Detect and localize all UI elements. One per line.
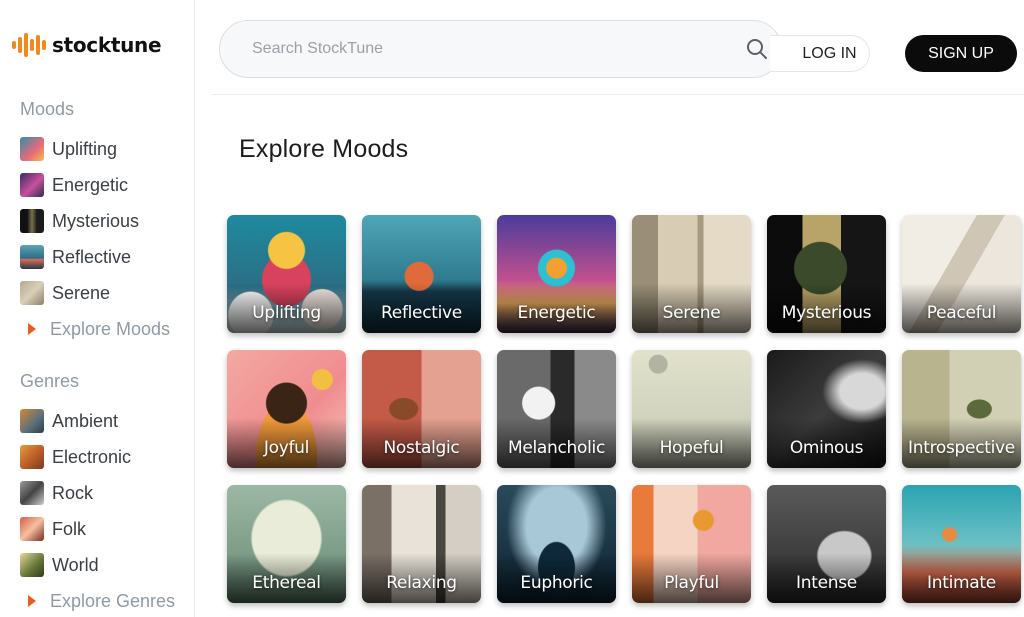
- sidebar-mood-item-label: Serene: [52, 282, 111, 303]
- mood-card-label: Serene: [662, 303, 721, 323]
- mood-card-energetic[interactable]: Energetic: [497, 215, 616, 333]
- explore-genres-label: Explore Genres: [50, 590, 176, 611]
- sidebar-mood-item-label: Reflective: [52, 246, 132, 267]
- sidebar-genre-item-world[interactable]: World: [20, 547, 175, 583]
- sidebar-genre-item-rock[interactable]: Rock: [20, 475, 175, 511]
- mood-card-introspective[interactable]: Introspective: [902, 350, 1021, 468]
- mood-card-label: Melancholic: [507, 438, 606, 458]
- explore-genres-link[interactable]: Explore Genres: [20, 583, 175, 617]
- sidebar-genre-thumbnail: [20, 517, 44, 541]
- sidebar-mood-thumbnail: [20, 209, 44, 233]
- mood-card-serene[interactable]: Serene: [632, 215, 751, 333]
- sidebar-genre-thumbnail: [20, 481, 44, 505]
- sidebar-mood-item-label: Uplifting: [52, 138, 118, 159]
- mood-card-label: Joyful: [263, 438, 310, 458]
- mood-card-melancholic[interactable]: Melancholic: [497, 350, 616, 468]
- header-divider: [212, 94, 1024, 95]
- mood-card-label: Ethereal: [252, 573, 321, 593]
- mood-card-label: Ominous: [789, 438, 864, 458]
- mood-card-label: Nostalgic: [383, 438, 460, 458]
- sidebar-mood-thumbnail: [20, 173, 44, 197]
- sidebar-genre-item-label: Rock: [52, 482, 94, 503]
- moods-section-title: Moods: [20, 99, 75, 119]
- sidebar-mood-item-label: Mysterious: [52, 210, 140, 231]
- sidebar-genre-item-label: Folk: [52, 518, 87, 539]
- sidebar-mood-item-uplifting[interactable]: Uplifting: [20, 131, 170, 167]
- sidebar-mood-thumbnail: [20, 281, 44, 305]
- sidebar-genre-item-electronic[interactable]: Electronic: [20, 439, 175, 475]
- mood-card-reflective[interactable]: Reflective: [362, 215, 481, 333]
- explore-moods-label: Explore Moods: [50, 318, 171, 339]
- explore-moods-link[interactable]: Explore Moods: [20, 311, 170, 347]
- mood-grid: Uplifting Reflective Energetic Serene Myster…: [227, 215, 1021, 603]
- brand-logo[interactable]: stocktune: [12, 32, 162, 58]
- sidebar-genre-thumbnail: [20, 409, 44, 433]
- mood-card-label: Energetic: [517, 303, 596, 323]
- sidebar-mood-thumbnail: [20, 137, 44, 161]
- login-button[interactable]: LOG IN: [770, 35, 870, 72]
- mood-card-nostalgic[interactable]: Nostalgic: [362, 350, 481, 468]
- mood-card-label: Reflective: [381, 303, 462, 323]
- sidebar-mood-item-label: Energetic: [52, 174, 129, 195]
- caret-right-icon: [28, 323, 36, 335]
- logo-waveform-icon: [12, 32, 46, 58]
- mood-card-hopeful[interactable]: Hopeful: [632, 350, 751, 468]
- mood-card-label: Peaceful: [926, 303, 997, 323]
- mood-card-uplifting[interactable]: Uplifting: [227, 215, 346, 333]
- mood-card-label: Playful: [664, 573, 719, 593]
- sidebar-mood-item-mysterious[interactable]: Mysterious: [20, 203, 170, 239]
- sidebar-genre-item-label: World: [52, 554, 99, 575]
- sidebar-genre-item-ambient[interactable]: Ambient: [20, 403, 175, 439]
- sidebar-genre-item-label: Ambient: [52, 410, 119, 431]
- sidebar-mood-item-serene[interactable]: Serene: [20, 275, 170, 311]
- mood-card-intimate[interactable]: Intimate: [902, 485, 1021, 603]
- mood-card-label: Hopeful: [659, 438, 724, 458]
- mood-card-peaceful[interactable]: Peaceful: [902, 215, 1021, 333]
- mood-card-label: Euphoric: [520, 573, 593, 593]
- mood-card-playful[interactable]: Playful: [632, 485, 751, 603]
- mood-card-label: Mysterious: [781, 303, 872, 323]
- mood-card-mysterious[interactable]: Mysterious: [767, 215, 886, 333]
- sidebar-mood-item-reflective[interactable]: Reflective: [20, 239, 170, 275]
- sidebar-genre-thumbnail: [20, 445, 44, 469]
- page-title: Explore Moods: [239, 135, 409, 163]
- mood-card-label: Intense: [796, 573, 857, 593]
- mood-card-ominous[interactable]: Ominous: [767, 350, 886, 468]
- mood-card-relaxing[interactable]: Relaxing: [362, 485, 481, 603]
- mood-card-joyful[interactable]: Joyful: [227, 350, 346, 468]
- caret-right-icon: [28, 595, 36, 607]
- mood-card-euphoric[interactable]: Euphoric: [497, 485, 616, 603]
- genres-nav-list: Ambient Electronic Rock Folk World Explore Ge…: [20, 403, 175, 617]
- mood-card-label: Introspective: [908, 438, 1015, 458]
- sidebar-genre-thumbnail: [20, 553, 44, 577]
- mood-card-label: Intimate: [927, 573, 996, 593]
- search-icon[interactable]: [745, 37, 769, 61]
- sidebar-mood-thumbnail: [20, 245, 44, 269]
- mood-card-label: Uplifting: [252, 303, 321, 323]
- sidebar-mood-item-energetic[interactable]: Energetic: [20, 167, 170, 203]
- genres-section-title: Genres: [20, 371, 80, 391]
- brand-name: stocktune: [52, 33, 162, 57]
- sidebar-genre-item-label: Electronic: [52, 446, 132, 467]
- sidebar: stocktune Moods Uplifting Energetic Myster…: [0, 0, 195, 617]
- mood-card-ethereal[interactable]: Ethereal: [227, 485, 346, 603]
- search-input[interactable]: [252, 40, 712, 58]
- sidebar-genre-item-folk[interactable]: Folk: [20, 511, 175, 547]
- signup-button[interactable]: SIGN UP: [905, 35, 1017, 72]
- mood-card-label: Relaxing: [386, 573, 457, 593]
- moods-nav-list: Uplifting Energetic Mysterious Reflective Se…: [20, 131, 170, 347]
- search-bar[interactable]: [219, 20, 782, 78]
- mood-card-intense[interactable]: Intense: [767, 485, 886, 603]
